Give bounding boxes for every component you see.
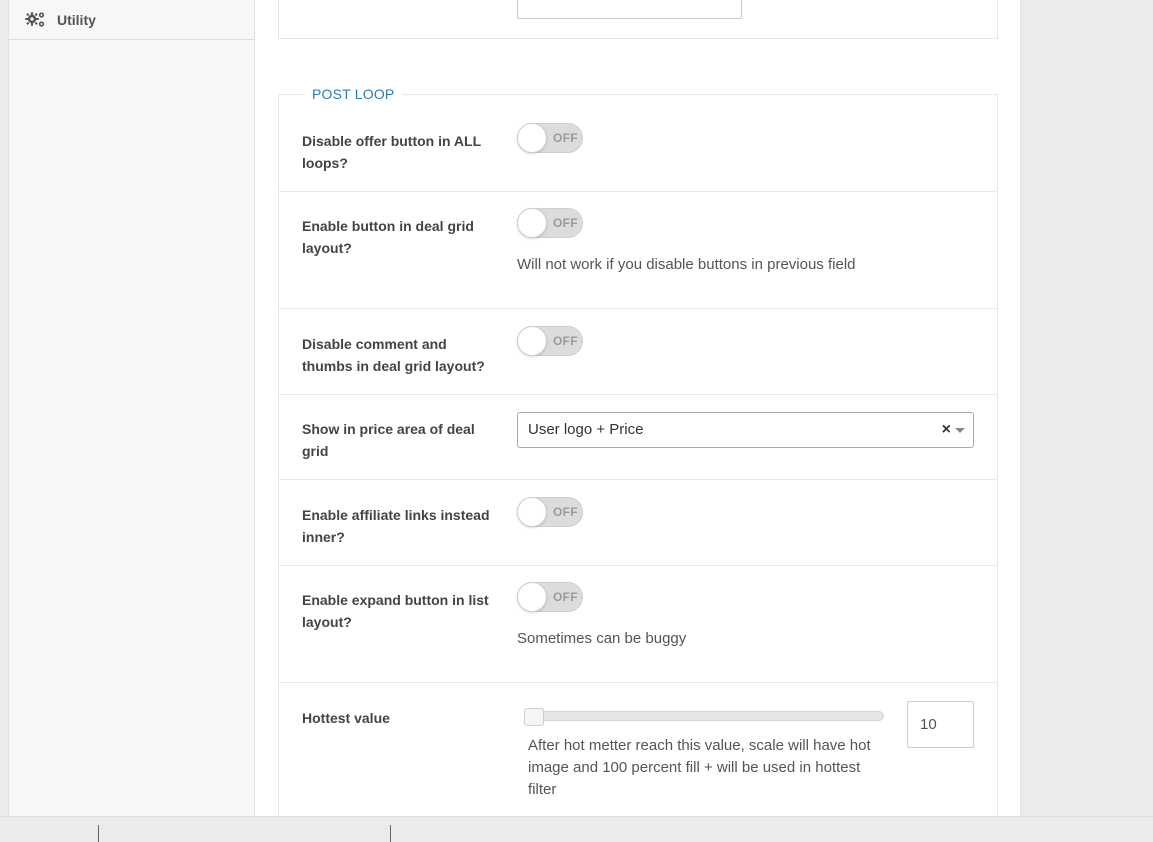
setting-row: Disable comment and thumbs in deal grid … <box>279 309 997 395</box>
setting-label: Enable button in deal grid layout? <box>302 218 474 256</box>
slider-handle[interactable] <box>524 708 544 726</box>
setting-label: Hottest value <box>302 710 390 726</box>
previous-section-input[interactable] <box>517 0 742 19</box>
expand-button-toggle[interactable]: OFF <box>517 582 583 612</box>
setting-row: Show in price area of deal grid User log… <box>279 395 997 480</box>
clear-selection-icon[interactable]: × <box>942 421 951 439</box>
divider <box>390 825 391 842</box>
toggle-knob <box>517 497 547 527</box>
setting-row: Enable affiliate links instead inner? OF… <box>279 480 997 566</box>
toggle-knob <box>517 326 547 356</box>
sidebar-item-utility[interactable]: Utility <box>9 0 255 40</box>
gears-icon <box>25 11 47 29</box>
setting-row: Enable button in deal grid layout? OFF W… <box>279 192 997 309</box>
toggle-knob <box>517 123 547 153</box>
setting-row: Hottest value 10 After hot metter reach … <box>279 683 997 816</box>
sidebar: Utility <box>8 0 255 816</box>
setting-description: After hot metter reach this value, scale… <box>528 737 871 798</box>
setting-description: Will not work if you disable buttons in … <box>517 256 856 273</box>
toggle-state: OFF <box>553 505 578 519</box>
toggle-state: OFF <box>553 590 578 604</box>
toggle-state: OFF <box>553 334 578 348</box>
setting-row: Disable offer button in ALL loops? OFF <box>279 95 997 192</box>
sidebar-item-label: Utility <box>57 11 96 28</box>
setting-label: Disable comment and thumbs in deal grid … <box>302 336 485 374</box>
toggle-state: OFF <box>553 216 578 230</box>
divider <box>98 825 99 842</box>
dropdown-arrow-icon[interactable] <box>955 428 965 433</box>
toggle-state: OFF <box>553 131 578 145</box>
toggle-knob <box>517 208 547 238</box>
affiliate-links-toggle[interactable]: OFF <box>517 497 583 527</box>
select-value: User logo + Price <box>528 421 644 438</box>
setting-label: Disable offer button in ALL loops? <box>302 133 481 171</box>
setting-label: Show in price area of deal grid <box>302 421 475 459</box>
setting-description: Sometimes can be buggy <box>517 630 687 647</box>
toggle-knob <box>517 582 547 612</box>
setting-row: Enable expand button in list layout? OFF… <box>279 566 997 683</box>
disable-comment-thumbs-toggle[interactable]: OFF <box>517 326 583 356</box>
price-area-select[interactable]: User logo + Price × <box>517 412 974 448</box>
setting-label: Enable affiliate links instead inner? <box>302 507 490 545</box>
enable-grid-button-toggle[interactable]: OFF <box>517 208 583 238</box>
status-bar <box>0 816 1153 842</box>
setting-label: Enable expand button in list layout? <box>302 592 489 630</box>
disable-offer-button-toggle[interactable]: OFF <box>517 123 583 153</box>
hottest-value-input[interactable]: 10 <box>907 701 974 748</box>
hottest-value-slider[interactable] <box>524 708 884 726</box>
